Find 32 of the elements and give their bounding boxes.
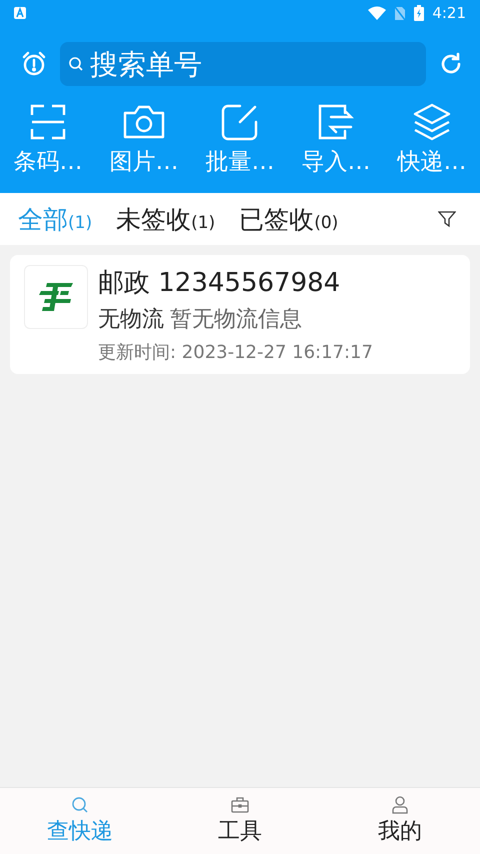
nav-tab[interactable]: 我的	[320, 788, 480, 854]
filter-tab[interactable]: 未签收(1)	[116, 202, 216, 236]
import-icon	[317, 102, 355, 142]
parcel-detail: 暂无物流信息	[170, 306, 302, 334]
filter-tab[interactable]: 已签收(0)	[239, 202, 338, 236]
parcel-card[interactable]: 邮政 12345567984 无物流 暂无物流信息 更新时间: 2023-12-27 16:17:17	[10, 255, 470, 374]
tool-button[interactable]: 快递…	[384, 102, 480, 177]
battery-icon	[414, 5, 424, 21]
notification-icon	[14, 7, 26, 19]
tool-button[interactable]: 导入…	[288, 102, 384, 177]
edit-icon	[220, 102, 260, 142]
tool-button[interactable]: 条码…	[0, 102, 96, 177]
parcel-status: 无物流	[98, 306, 164, 334]
status-time: 4:21	[432, 4, 466, 22]
user-icon	[391, 796, 409, 814]
scan-frame-icon	[29, 102, 67, 142]
alarm-clock-icon[interactable]	[20, 50, 48, 78]
postal-logo-icon	[37, 280, 75, 314]
tool-button[interactable]: 批量…	[192, 102, 288, 177]
filter-tab[interactable]: 全部(1)	[18, 202, 92, 236]
toolbox-icon	[231, 796, 249, 814]
filter-icon[interactable]	[438, 210, 456, 228]
parcel-title: 邮政 12345567984	[98, 267, 342, 300]
search-icon	[71, 796, 89, 814]
nav-tab[interactable]: 查快递	[0, 788, 160, 854]
tool-button[interactable]: 图片…	[96, 102, 192, 177]
search-field[interactable]: 搜索单号	[60, 42, 426, 86]
layers-icon	[412, 102, 452, 142]
no-sim-icon	[394, 6, 406, 20]
wifi-icon	[368, 6, 386, 20]
update-time: 更新时间: 2023-12-27 16:17:17	[98, 341, 373, 364]
nav-tab[interactable]: 工具	[160, 788, 320, 854]
